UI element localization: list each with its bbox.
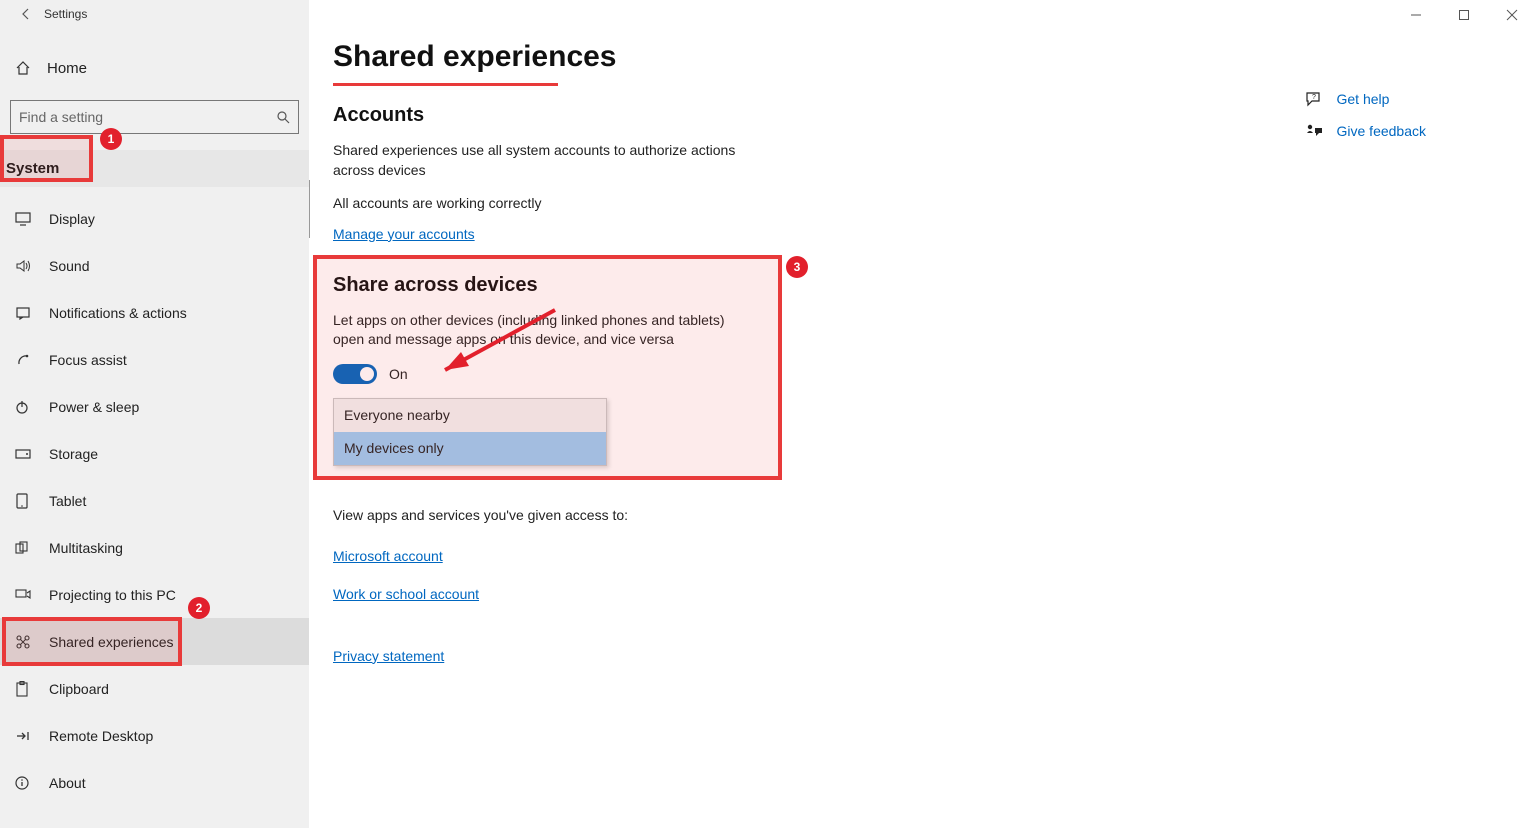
close-button[interactable] [1488,0,1536,30]
nav-label: Shared experiences [49,634,174,650]
nav-label: Power & sleep [49,399,139,415]
sidebar-header: Settings [0,0,309,28]
nav-item-remote-desktop[interactable]: Remote Desktop [0,712,309,759]
window-controls [1392,0,1536,30]
give-feedback-label: Give feedback [1337,123,1427,139]
maximize-button[interactable] [1440,0,1488,30]
home-label: Home [47,60,87,77]
page-title: Shared experiences [333,40,1536,74]
window-title: Settings [44,7,87,21]
feedback-icon [1305,122,1323,140]
category-header-system: System [0,150,309,187]
section-heading-share: Share across devices [333,274,1536,297]
nav-label: Sound [49,258,89,274]
storage-icon [15,448,33,460]
nav-item-clipboard[interactable]: Clipboard [0,665,309,712]
nav-item-display[interactable]: Display [0,195,309,242]
shared-experiences-icon [15,634,33,650]
nav-item-focus-assist[interactable]: Focus assist [0,336,309,383]
nav-item-sound[interactable]: Sound [0,242,309,289]
nav-label: Display [49,211,95,227]
microsoft-account-link[interactable]: Microsoft account [333,548,443,564]
get-help-link[interactable]: ? Get help [1305,90,1427,108]
content-divider [309,180,310,238]
share-toggle-row: On [333,364,1536,384]
search-icon [276,110,290,124]
main-content: Shared experiences Accounts Shared exper… [309,0,1536,828]
view-access-text: View apps and services you've given acce… [333,506,763,526]
manage-accounts-link[interactable]: Manage your accounts [333,226,475,242]
toggle-knob [360,367,374,381]
about-icon [15,776,33,790]
sound-icon [15,259,33,273]
dropdown-option-my-devices[interactable]: My devices only [334,432,606,465]
accounts-status: All accounts are working correctly [333,194,763,214]
aside-links: ? Get help Give feedback [1305,90,1427,140]
nav-label: Remote Desktop [49,728,153,744]
nav-item-projecting[interactable]: Projecting to this PC [0,571,309,618]
sidebar-nav: Display Sound Notifications & actions Fo… [0,195,309,806]
sidebar: Settings Home System Display Sound [0,0,309,828]
privacy-statement-link[interactable]: Privacy statement [333,648,444,664]
back-button[interactable] [14,2,38,26]
multitasking-icon [15,541,33,555]
nav-item-shared-experiences[interactable]: Shared experiences [0,618,309,665]
home-link[interactable]: Home [0,44,309,92]
nav-item-about[interactable]: About [0,759,309,806]
svg-text:?: ? [1312,94,1316,101]
minimize-button[interactable] [1392,0,1440,30]
notifications-icon [15,306,33,320]
search-box[interactable] [10,100,299,134]
app-root: Settings Home System Display Sound [0,0,1536,828]
nav-label: Tablet [49,493,86,509]
nav-item-power[interactable]: Power & sleep [0,383,309,430]
home-icon [15,60,33,76]
projecting-icon [15,588,33,602]
nav-label: Multitasking [49,540,123,556]
nav-label: Storage [49,446,98,462]
share-scope-dropdown[interactable]: Everyone nearby My devices only [333,398,607,466]
get-help-label: Get help [1337,91,1390,107]
nav-label: About [49,775,86,791]
search-input[interactable] [19,109,276,125]
nav-label: Focus assist [49,352,127,368]
dropdown-option-everyone[interactable]: Everyone nearby [334,399,606,432]
help-icon: ? [1305,90,1323,108]
nav-label: Notifications & actions [49,305,187,321]
nav-label: Projecting to this PC [49,587,176,603]
give-feedback-link[interactable]: Give feedback [1305,122,1427,140]
share-toggle[interactable] [333,364,377,384]
focus-icon [15,352,33,368]
power-icon [15,400,33,414]
nav-item-tablet[interactable]: Tablet [0,477,309,524]
accounts-description: Shared experiences use all system accoun… [333,141,763,180]
nav-item-multitasking[interactable]: Multitasking [0,524,309,571]
section-share-across: Share across devices Let apps on other d… [333,242,1536,664]
remote-desktop-icon [15,729,33,743]
share-description: Let apps on other devices (including lin… [333,311,753,350]
nav-label: Clipboard [49,681,109,697]
nav-item-storage[interactable]: Storage [0,430,309,477]
clipboard-icon [15,681,33,697]
nav-item-notifications[interactable]: Notifications & actions [0,289,309,336]
display-icon [15,212,33,226]
work-school-account-link[interactable]: Work or school account [333,586,479,602]
tablet-icon [15,493,33,509]
annotation-title-underline [333,83,558,86]
share-toggle-state: On [389,366,408,382]
